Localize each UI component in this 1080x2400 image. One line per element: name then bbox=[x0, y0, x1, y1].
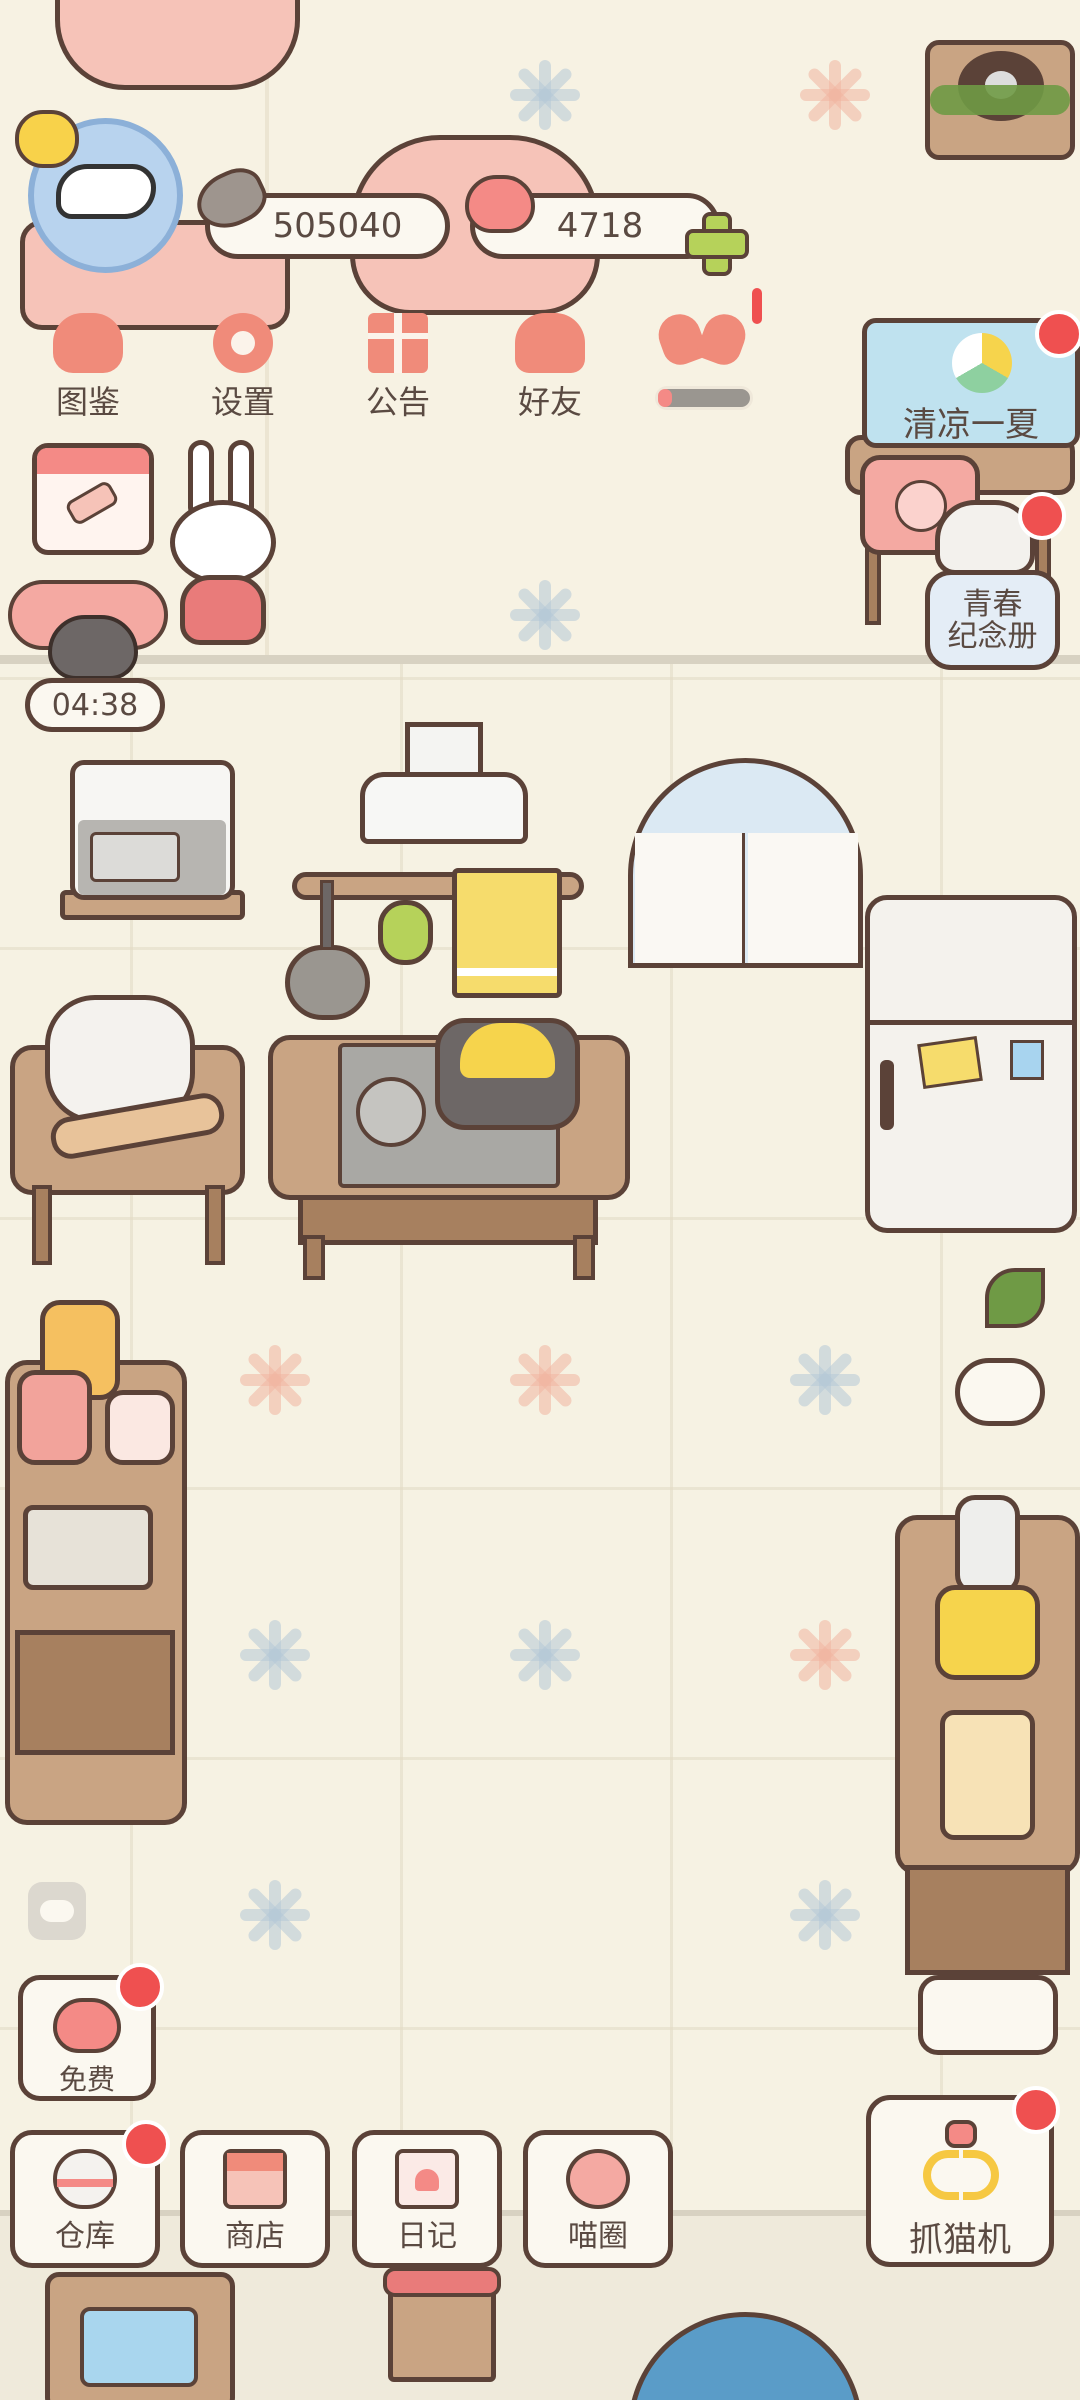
wallpaper-flower bbox=[510, 60, 580, 130]
floor-flower bbox=[790, 1345, 860, 1415]
youth-memorial-label: 青春 纪念册 bbox=[947, 587, 1038, 654]
dish-towel[interactable] bbox=[452, 868, 562, 998]
potted-plant[interactable] bbox=[950, 1268, 1050, 1428]
diary-button[interactable]: 日记 bbox=[352, 2130, 502, 2268]
beach-ball-icon bbox=[952, 333, 1012, 393]
youth-memorial-badge bbox=[1018, 492, 1066, 540]
affection-event-button[interactable] bbox=[652, 308, 762, 370]
affection-progress-bar bbox=[655, 386, 753, 410]
eraser-icon bbox=[63, 479, 121, 527]
friends-button[interactable]: 好友 bbox=[490, 305, 610, 425]
kettle bbox=[940, 1710, 1035, 1840]
ghost-cat-drawing bbox=[56, 164, 156, 219]
shop-icon bbox=[223, 2149, 287, 2209]
bunny-doll[interactable] bbox=[170, 440, 280, 650]
cooking-pot[interactable] bbox=[435, 1018, 580, 1130]
broken-heart-icon bbox=[694, 308, 752, 370]
spice-cabinet[interactable] bbox=[5, 1300, 187, 1825]
blender-base bbox=[935, 1585, 1040, 1680]
storage-icon bbox=[53, 2149, 117, 2209]
range-hood[interactable] bbox=[360, 722, 528, 852]
summer-event-label: 清凉一夏 bbox=[903, 405, 1039, 445]
storage-badge bbox=[122, 2120, 170, 2168]
tv-cabinet[interactable] bbox=[45, 2272, 235, 2400]
ivy-vine bbox=[930, 85, 1070, 115]
cloud-icon bbox=[40, 1900, 74, 1922]
announcement-label: 公告 bbox=[365, 383, 430, 421]
cat-circle-button[interactable]: 喵圈 bbox=[523, 2130, 673, 2268]
jam-jar bbox=[17, 1370, 92, 1465]
cat-head-icon bbox=[53, 313, 123, 373]
floor-flower bbox=[510, 1620, 580, 1690]
diary-icon bbox=[395, 2149, 459, 2209]
oven-mitt[interactable] bbox=[378, 900, 433, 965]
microwave[interactable] bbox=[60, 760, 245, 920]
shop-label: 商店 bbox=[225, 2219, 285, 2254]
birdhouse[interactable] bbox=[383, 2267, 501, 2382]
settings-button[interactable]: 设置 bbox=[183, 305, 303, 425]
cat-timer: 04:38 bbox=[25, 678, 165, 732]
heart-count: 4718 bbox=[556, 206, 644, 246]
cat-planet-icon bbox=[566, 2149, 630, 2209]
gear-icon bbox=[213, 313, 273, 373]
pot-lid bbox=[460, 1023, 555, 1078]
claw-machine-label: 抓猫机 bbox=[909, 2220, 1011, 2260]
cat-timer-text: 04:38 bbox=[51, 687, 139, 723]
fish-painting bbox=[80, 2307, 198, 2387]
floor-flower bbox=[240, 1880, 310, 1950]
pink-beanbag-top[interactable] bbox=[55, 0, 300, 90]
claw-machine-badge bbox=[1012, 2086, 1060, 2134]
friends-label: 好友 bbox=[517, 383, 582, 421]
friends-icon bbox=[515, 313, 585, 373]
heart-icon bbox=[465, 175, 535, 233]
wallpaper-flower bbox=[800, 60, 870, 130]
sleeping-cat[interactable] bbox=[8, 560, 168, 680]
sticky-note bbox=[1010, 1040, 1044, 1080]
free-label: 免费 bbox=[58, 2063, 115, 2096]
summer-event-badge bbox=[1035, 310, 1080, 358]
youth-memorial-button[interactable]: 青春 纪念册 bbox=[925, 570, 1060, 670]
collection-label: 图鉴 bbox=[55, 383, 120, 421]
free-badge bbox=[116, 1963, 164, 2011]
floor-flower bbox=[240, 1620, 310, 1690]
shop-button[interactable]: 商店 bbox=[180, 2130, 330, 2268]
floor-flower bbox=[790, 1880, 860, 1950]
coffee-counter[interactable] bbox=[895, 1495, 1080, 1995]
heart-face-icon bbox=[53, 1998, 121, 2053]
settings-label: 设置 bbox=[210, 383, 275, 421]
announcement-button[interactable]: 公告 bbox=[338, 305, 458, 425]
add-hearts-button[interactable] bbox=[685, 212, 749, 276]
cloud-save-button[interactable] bbox=[28, 1882, 86, 1940]
cat-circle-label: 喵圈 bbox=[568, 2219, 628, 2254]
gift-icon bbox=[368, 313, 428, 373]
daily-checkin-calendar[interactable] bbox=[32, 443, 154, 555]
utensil-holder bbox=[23, 1505, 153, 1590]
alert-exclamation-icon bbox=[752, 288, 762, 324]
fish-count: 505040 bbox=[272, 206, 403, 246]
diary-label: 日记 bbox=[397, 2219, 457, 2254]
wallpaper-flower bbox=[510, 580, 580, 650]
sticky-note bbox=[917, 1036, 983, 1089]
cream-jar bbox=[105, 1390, 175, 1465]
floor-flower bbox=[510, 1345, 580, 1415]
frying-pan-handle bbox=[320, 880, 334, 950]
star-icon bbox=[15, 110, 79, 168]
collection-button[interactable]: 图鉴 bbox=[28, 305, 148, 425]
storage-label: 仓库 bbox=[55, 2219, 115, 2254]
floor-flower bbox=[790, 1620, 860, 1690]
floor-flower bbox=[240, 1345, 310, 1415]
frying-pan[interactable] bbox=[285, 945, 370, 1020]
claw-icon bbox=[921, 2120, 1001, 2205]
blender-jar bbox=[955, 1495, 1020, 1595]
refrigerator[interactable] bbox=[865, 895, 1077, 1233]
coffee-dripper[interactable] bbox=[918, 1975, 1058, 2055]
